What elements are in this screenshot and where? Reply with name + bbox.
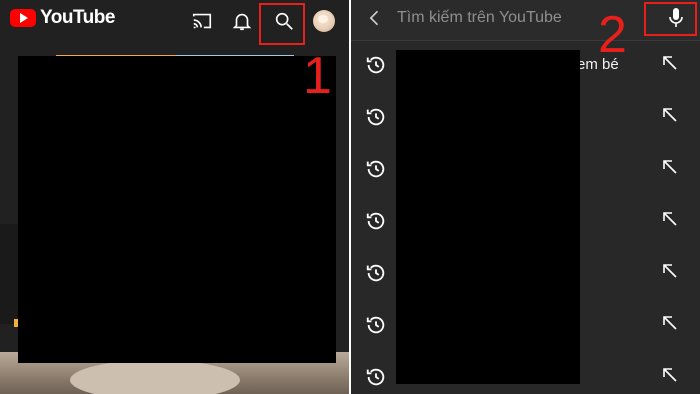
cat-image	[70, 360, 240, 394]
redaction-overlay	[18, 56, 336, 363]
back-arrow-icon[interactable]	[365, 8, 385, 28]
history-clock-icon	[365, 158, 387, 180]
history-clock-icon	[365, 262, 387, 284]
account-avatar[interactable]	[313, 10, 335, 32]
step-number-2: 2	[598, 6, 627, 64]
youtube-search-screen: em bé	[351, 0, 700, 394]
youtube-home-screen: YouTube	[0, 0, 349, 394]
history-clock-icon	[365, 210, 387, 232]
fill-query-arrow-icon[interactable]	[661, 54, 679, 72]
search-input[interactable]	[397, 6, 597, 30]
fill-query-arrow-icon[interactable]	[661, 314, 679, 332]
step-number-1: 1	[303, 47, 332, 105]
notification-bell-icon[interactable]	[231, 10, 253, 32]
youtube-logo-text[interactable]: YouTube	[40, 7, 115, 29]
partial-video-info	[0, 224, 20, 327]
fill-query-arrow-icon[interactable]	[661, 158, 679, 176]
fill-query-arrow-icon[interactable]	[661, 366, 679, 384]
history-clock-icon	[365, 106, 387, 128]
history-clock-icon	[365, 314, 387, 336]
search-highlight-box	[259, 3, 305, 45]
redaction-overlay	[396, 50, 580, 384]
fill-query-arrow-icon[interactable]	[661, 106, 679, 124]
fill-query-arrow-icon[interactable]	[661, 262, 679, 280]
fill-query-arrow-icon[interactable]	[661, 210, 679, 228]
youtube-logo-icon[interactable]	[10, 9, 36, 27]
microphone-highlight-box	[644, 2, 697, 36]
history-clock-icon	[365, 366, 387, 388]
cast-icon[interactable]	[191, 10, 213, 32]
history-clock-icon	[365, 54, 387, 76]
